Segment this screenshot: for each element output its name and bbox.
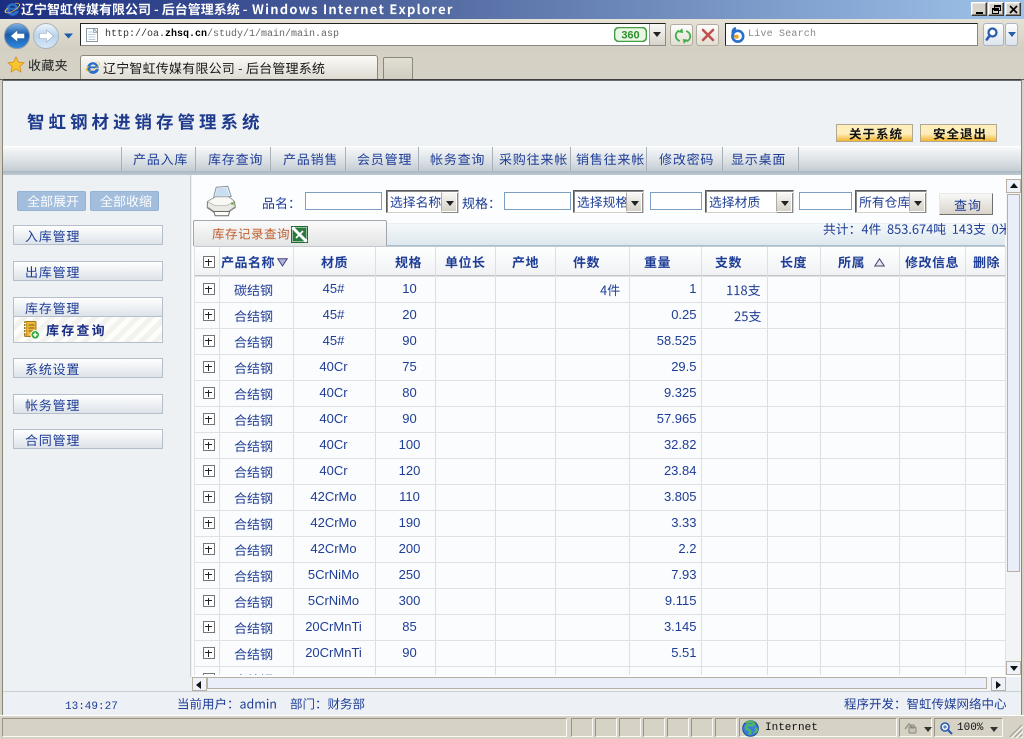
svg-text:360: 360 <box>621 30 639 42</box>
